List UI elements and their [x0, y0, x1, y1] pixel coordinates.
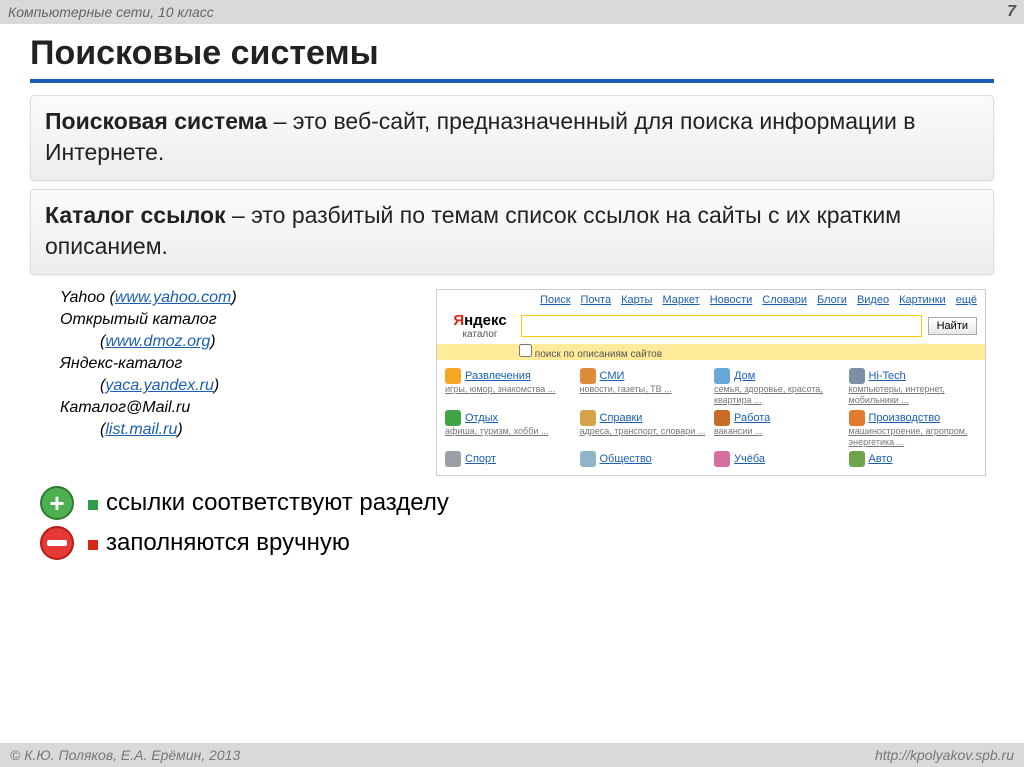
yandex-category[interactable]: Общество	[580, 451, 709, 467]
subject-label: Компьютерные сети, 10 класс	[8, 4, 214, 20]
yandex-top-link[interactable]: ещё	[956, 294, 977, 306]
catalog-name-2: Яндекс-каталог	[60, 355, 182, 372]
category-icon	[445, 451, 461, 467]
yandex-top-link[interactable]: Блоги	[817, 294, 847, 306]
yandex-category-grid: Развлеченияигры, юмор, знакомства ...СМИ…	[437, 360, 985, 475]
yandex-category[interactable]: Развлеченияигры, юмор, знакомства ...	[445, 368, 574, 406]
footer-copyright: © К.Ю. Поляков, Е.А. Ерёмин, 2013	[10, 747, 240, 763]
yandex-category[interactable]: СМИновости, газеты, ТВ ...	[580, 368, 709, 406]
category-icon	[714, 410, 730, 426]
category-icon	[849, 368, 865, 384]
catalog-link-1[interactable]: www.dmoz.org	[105, 333, 210, 350]
definition-search-system: Поисковая система – это веб-сайт, предна…	[30, 95, 994, 181]
page-title: Поисковые системы	[30, 34, 994, 83]
catalog-name-1: Открытый каталог	[60, 311, 217, 328]
catalog-name-0: Yahoo	[60, 289, 105, 306]
term-link-catalog: Каталог ссылок	[45, 202, 226, 228]
bullet-list: + ссылки соответствуют разделу заполняют…	[0, 476, 1024, 560]
yandex-catalog-screenshot: Поиск Почта Карты Маркет Новости Словари Блоги…	[436, 289, 986, 476]
category-icon	[849, 410, 865, 426]
term-search-system: Поисковая система	[45, 108, 267, 134]
catalog-name-3: Каталог@Mail.ru	[60, 399, 190, 416]
yandex-top-link[interactable]: Словари	[762, 294, 807, 306]
bullet-marker-green	[88, 500, 98, 510]
yandex-search-checkbox[interactable]: поиск по описаниям сайтов	[437, 344, 985, 360]
yandex-top-links: Поиск Почта Карты Маркет Новости Словари Блоги…	[437, 290, 985, 310]
yandex-search-input[interactable]	[521, 315, 922, 337]
bullet-minus-text: заполняются вручную	[106, 529, 350, 556]
catalog-link-3[interactable]: list.mail.ru	[105, 421, 177, 438]
category-icon	[445, 410, 461, 426]
yandex-category[interactable]: Авто	[849, 451, 978, 467]
yandex-category[interactable]: Спорт	[445, 451, 574, 467]
yandex-category[interactable]: Учёба	[714, 451, 843, 467]
category-icon	[580, 410, 596, 426]
yandex-logo: Яндекс каталог	[445, 312, 515, 340]
category-icon	[580, 368, 596, 384]
yandex-category[interactable]: Hi-Techкомпьютеры, интернет, мобильники …	[849, 368, 978, 406]
yandex-top-link[interactable]: Видео	[857, 294, 889, 306]
footer-bar: © К.Ю. Поляков, Е.А. Ерёмин, 2013 http:/…	[0, 743, 1024, 767]
plus-icon: +	[40, 486, 74, 520]
yandex-top-link[interactable]: Новости	[710, 294, 753, 306]
category-icon	[714, 451, 730, 467]
category-icon	[714, 368, 730, 384]
header-bar: Компьютерные сети, 10 класс 7	[0, 0, 1024, 24]
yandex-top-link[interactable]: Почта	[581, 294, 612, 306]
yandex-category[interactable]: Справкиадреса, транспорт, словари ...	[580, 410, 709, 448]
category-icon	[445, 368, 461, 384]
footer-url: http://kpolyakov.spb.ru	[875, 747, 1014, 763]
category-icon	[849, 451, 865, 467]
category-icon	[580, 451, 596, 467]
catalog-list: Yahoo (www.yahoo.com) Открытый каталог (…	[30, 289, 420, 443]
yandex-category[interactable]: Отдыхафиша, туризм, хобби ...	[445, 410, 574, 448]
yandex-top-link[interactable]: Поиск	[540, 294, 570, 306]
no-entry-icon	[40, 526, 74, 560]
yandex-category[interactable]: Производствомашиностроение, агропром, эн…	[849, 410, 978, 448]
yandex-top-link[interactable]: Маркет	[662, 294, 699, 306]
yandex-category[interactable]: Работавакансии ...	[714, 410, 843, 448]
yandex-category[interactable]: Домсемья, здоровье, красота, квартира ..…	[714, 368, 843, 406]
yandex-top-link[interactable]: Картинки	[899, 294, 946, 306]
yandex-search-button[interactable]: Найти	[928, 317, 977, 335]
bullet-plus-text: ссылки соответствуют разделу	[106, 489, 449, 516]
yandex-top-link[interactable]: Карты	[621, 294, 652, 306]
catalog-link-2[interactable]: yaca.yandex.ru	[105, 377, 214, 394]
bullet-marker-red	[88, 540, 98, 550]
page-number: 7	[1007, 3, 1016, 21]
definition-link-catalog: Каталог ссылок – это разбитый по темам с…	[30, 189, 994, 275]
catalog-link-0[interactable]: www.yahoo.com	[115, 289, 232, 306]
